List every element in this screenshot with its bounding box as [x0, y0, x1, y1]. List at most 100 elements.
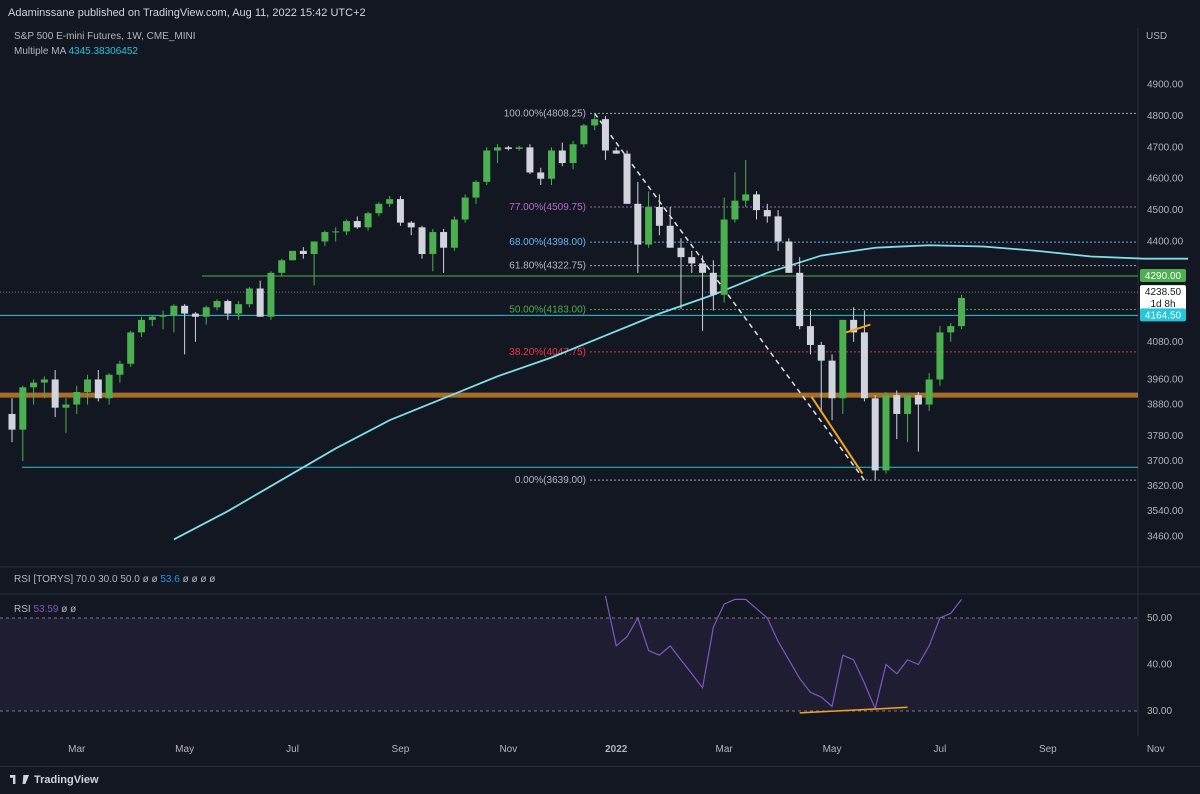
candle-body	[386, 199, 394, 204]
candle-body	[105, 374, 113, 399]
y-tick-label: 4700.00	[1147, 142, 1184, 153]
candle-body	[515, 147, 523, 149]
candle-body	[310, 241, 318, 254]
x-tick-label: Jul	[934, 744, 947, 755]
candle-body	[235, 304, 243, 314]
currency-label: USD	[1146, 31, 1168, 42]
candle-body	[494, 147, 502, 151]
candle-body	[763, 210, 771, 217]
candle-body	[666, 225, 674, 248]
candle-body	[914, 395, 922, 405]
fib-level-label: 50.00%(4183.00)	[509, 305, 586, 316]
y-tick-label: 4400.00	[1147, 236, 1184, 247]
candle-body	[267, 272, 275, 317]
rsi-tick-label: 30.00	[1147, 706, 1172, 717]
candle-body	[709, 272, 717, 295]
candle-body	[450, 219, 458, 248]
candle-body	[893, 395, 901, 414]
rsi-torys-legend[interactable]: RSI [TORYS] 70.0 30.0 50.0 ø ø 53.6 ø ø …	[14, 574, 215, 585]
price-badge-label: 4290.00	[1145, 271, 1182, 282]
x-tick-label: Mar	[68, 744, 86, 755]
candle-body	[860, 332, 868, 399]
y-tick-label: 3620.00	[1147, 481, 1184, 492]
candle-body	[375, 203, 383, 214]
y-tick-label: 3780.00	[1147, 431, 1184, 442]
candle-body	[806, 326, 814, 345]
candle-body	[634, 203, 642, 245]
symbol-legend[interactable]: S&P 500 E-mini Futures, 1W, CME_MINI	[14, 31, 196, 42]
y-tick-label: 4900.00	[1147, 80, 1184, 91]
candle-body	[591, 119, 599, 126]
rsi-torys-suffix: ø ø ø ø	[182, 574, 216, 585]
main-pane	[0, 28, 1200, 566]
candle-body	[817, 344, 825, 361]
candle-body	[558, 150, 566, 164]
candle-body	[148, 316, 156, 320]
candle-body	[40, 379, 48, 383]
candle-body	[213, 301, 221, 308]
candle-body	[289, 250, 297, 261]
candle-body	[30, 382, 38, 388]
candle-body	[688, 257, 696, 264]
fib-level-label: 0.00%(3639.00)	[515, 475, 586, 486]
y-tick-label: 3880.00	[1147, 400, 1184, 411]
candle-body	[548, 150, 555, 179]
candle-body	[84, 379, 92, 392]
candle-body	[472, 181, 480, 198]
rsi-legend[interactable]: RSI 53.59 ø ø	[14, 604, 76, 615]
candle-body	[407, 222, 415, 228]
candle-body	[720, 219, 728, 295]
candle-body	[526, 147, 534, 173]
candle-body	[699, 263, 707, 273]
candle-body	[19, 387, 27, 430]
rsi-value: 53.59	[33, 604, 59, 615]
price-chart[interactable]: 3460.00 3540.00 3620.00 3700.00 3780.00 3880.…	[0, 0, 1200, 766]
candle-body	[418, 227, 426, 254]
candle-body	[645, 206, 653, 245]
x-tick-label: 2022	[605, 744, 628, 755]
candle-body	[94, 379, 102, 399]
candle-body	[569, 144, 577, 164]
rsi-tick-label: 40.00	[1147, 660, 1172, 671]
price-badge-label: 4164.50	[1145, 310, 1182, 321]
candle-body	[461, 197, 469, 220]
y-tick-label: 3540.00	[1147, 506, 1184, 517]
y-tick-label: 3460.00	[1147, 531, 1184, 542]
fib-level-label: 77.00%(4509.75)	[509, 202, 586, 213]
y-tick-label: 4600.00	[1147, 174, 1184, 185]
candle-body	[936, 332, 944, 380]
candle-body	[904, 395, 912, 414]
candle-body	[839, 319, 847, 399]
tradingview-logo[interactable]: TradingView	[10, 774, 99, 786]
rsi-tick-label: 50.00	[1147, 613, 1172, 624]
candle-body	[137, 319, 145, 333]
ma-value: 4345.38306452	[68, 46, 138, 57]
fib-level-label: 61.80%(4322.75)	[509, 261, 586, 272]
candle-body	[191, 313, 199, 317]
candle-body	[731, 200, 739, 220]
rsi-band	[0, 618, 1138, 711]
symbol-title: S&P 500 E-mini Futures, 1W, CME_MINI	[14, 31, 196, 42]
y-tick-label: 4500.00	[1147, 205, 1184, 216]
candle-body	[753, 194, 761, 211]
candle-body	[127, 332, 135, 364]
ma-label: Multiple MA	[14, 46, 66, 57]
candle-body	[429, 232, 437, 254]
candle-body	[256, 288, 264, 317]
candle-body	[483, 150, 491, 182]
candle-body	[440, 232, 448, 248]
candle-body	[612, 150, 620, 154]
rsi-torys-prefix: RSI [TORYS] 70.0 30.0 50.0 ø ø	[14, 574, 158, 585]
candle-body	[947, 326, 955, 333]
candle-body	[580, 125, 588, 145]
candle-body	[159, 315, 167, 317]
x-tick-label: May	[175, 744, 194, 755]
rsi-torys-value: 53.6	[160, 574, 180, 585]
candle-body	[8, 413, 16, 430]
candle-body	[51, 379, 59, 408]
x-tick-label: Mar	[716, 744, 734, 755]
candle-body	[116, 363, 124, 375]
y-tick-label: 3700.00	[1147, 456, 1184, 467]
candle-body	[321, 232, 329, 242]
ma-legend[interactable]: Multiple MA 4345.38306452	[14, 46, 138, 57]
